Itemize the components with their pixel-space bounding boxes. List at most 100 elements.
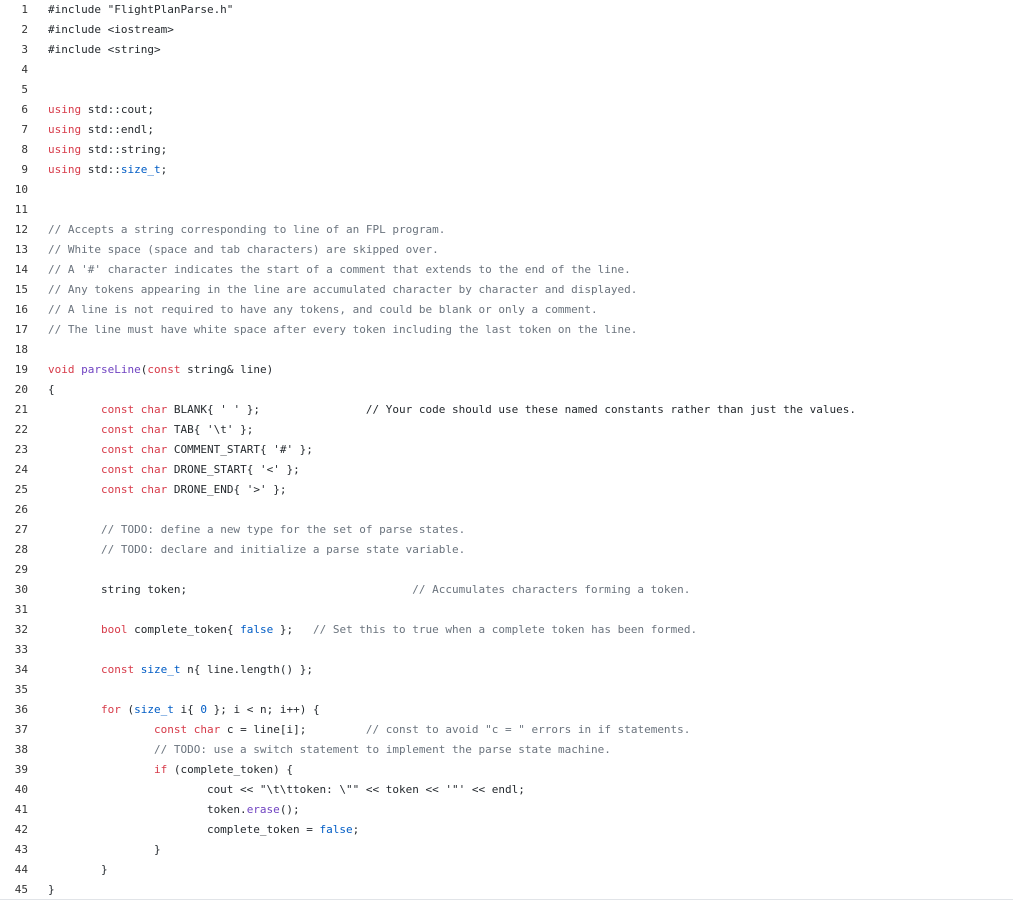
line-number: 8: [21, 143, 28, 156]
code-text: complete_token = false;: [48, 820, 359, 840]
code-text: const char c = line[i]; // const to avoi…: [48, 720, 690, 740]
code-token: // Any tokens appearing in the line are …: [48, 283, 638, 296]
code-text: const char DRONE_START{ '<' };: [48, 460, 300, 480]
code-line: 13 // White space (space and tab characte…: [0, 240, 1013, 260]
line-number: 41: [14, 803, 28, 816]
code-line: 30 string token; // Accumulates characte…: [0, 580, 1013, 600]
code-token: bool: [100, 623, 128, 636]
line-number: 14: [14, 263, 28, 276]
code-text: // The line must have white space after …: [48, 320, 637, 340]
code-text: // TODO: declare and initialize a parse …: [48, 540, 465, 560]
code-line: 32 bool complete_token{ false }; // Set …: [0, 620, 1013, 640]
line-number: 6: [21, 103, 28, 116]
code-text: // Accepts a string corresponding to lin…: [48, 220, 445, 240]
code-line: 45}: [0, 880, 1013, 900]
line-number: 30: [14, 583, 28, 596]
line-number: 9: [21, 163, 28, 176]
code-text: #include <string>: [48, 40, 161, 60]
code-token: size_t: [120, 163, 161, 176]
code-token: false: [240, 623, 274, 636]
code-token: std::: [81, 163, 121, 176]
code-token: cout << "\t\ttoken: \"" << token << '"' …: [48, 783, 525, 796]
code-text: }: [48, 860, 108, 880]
line-number: 20: [14, 383, 28, 396]
code-token: ;: [160, 163, 168, 176]
line-number: 45: [14, 883, 28, 896]
code-text: string token; // Accumulates characters …: [48, 580, 690, 600]
line-number: 4: [21, 63, 28, 76]
line-number: 16: [14, 303, 28, 316]
code-token: }: [48, 883, 55, 896]
code-line: 22 const char TAB{ '\t' };: [0, 420, 1013, 440]
code-line: 14 // A '#' character indicates the start…: [0, 260, 1013, 280]
code-token: ();: [279, 803, 300, 816]
code-line: 9 using std::size_t;: [0, 160, 1013, 180]
line-number: 7: [21, 123, 28, 136]
code-viewer: 1 #include "FlightPlanParse.h" 2 #include <…: [0, 0, 1013, 903]
line-number: 25: [14, 483, 28, 496]
code-line: 35: [0, 680, 1013, 700]
code-line: 42 complete_token = false;: [0, 820, 1013, 840]
code-token: 0: [200, 703, 207, 716]
code-line: 24 const char DRONE_START{ '<' };: [0, 460, 1013, 480]
code-line: 21 const char BLANK{ ' ' }; // Your code…: [0, 400, 1013, 420]
code-line: 1 #include "FlightPlanParse.h": [0, 0, 1013, 20]
code-token: const: [100, 443, 135, 456]
line-number: 24: [14, 463, 28, 476]
code-token: COMMENT_START{ '#' };: [167, 443, 313, 456]
line-number: 44: [14, 863, 28, 876]
code-token: #include <string>: [48, 43, 161, 56]
code-line: 5: [0, 80, 1013, 100]
code-token: {: [48, 383, 55, 396]
line-number: 5: [21, 83, 28, 96]
line-number: 33: [14, 643, 28, 656]
line-number: 42: [14, 823, 28, 836]
code-token: DRONE_START{ '<' };: [167, 463, 300, 476]
code-token: const: [153, 723, 188, 736]
code-line: 33: [0, 640, 1013, 660]
code-token: DRONE_END{ '>' };: [167, 483, 287, 496]
code-line: 12 // Accepts a string corresponding to l…: [0, 220, 1013, 240]
code-text: // Any tokens appearing in the line are …: [48, 280, 637, 300]
code-token: // Accepts a string corresponding to lin…: [48, 223, 446, 236]
code-token: const: [100, 463, 135, 476]
line-number: 15: [14, 283, 28, 296]
code-token: (complete_token) {: [167, 763, 294, 776]
code-text: #include "FlightPlanParse.h": [48, 0, 233, 20]
code-token: size_t: [134, 703, 174, 716]
code-text: // TODO: define a new type for the set o…: [48, 520, 465, 540]
code-token: using: [48, 143, 82, 156]
code-token: // A line is not required to have any to…: [48, 303, 598, 316]
code-line: 40 cout << "\t\ttoken: \"" << token << '…: [0, 780, 1013, 800]
code-text: token.erase();: [48, 800, 300, 820]
code-token: }: [48, 863, 108, 876]
code-line: 15 // Any tokens appearing in the line ar…: [0, 280, 1013, 300]
code-token: token.: [48, 803, 247, 816]
code-line: 36 for (size_t i{ 0 }; i < n; i++) {: [0, 700, 1013, 720]
code-token: char: [140, 483, 168, 496]
code-token: BLANK{ ' ' }; // Your code should use th…: [167, 403, 856, 416]
code-text: const char TAB{ '\t' };: [48, 420, 253, 440]
code-token: std::cout;: [81, 103, 154, 116]
code-token: false: [319, 823, 353, 836]
code-line: 28 // TODO: declare and initialize a par…: [0, 540, 1013, 560]
code-line: 8 using std::string;: [0, 140, 1013, 160]
code-token: string& line): [180, 363, 274, 376]
line-number: 37: [14, 723, 28, 736]
code-line: 38 // TODO: use a switch statement to im…: [0, 740, 1013, 760]
code-token: #include "FlightPlanParse.h": [48, 3, 234, 16]
code-token: std::endl;: [81, 123, 154, 136]
code-token: std::string;: [81, 143, 168, 156]
